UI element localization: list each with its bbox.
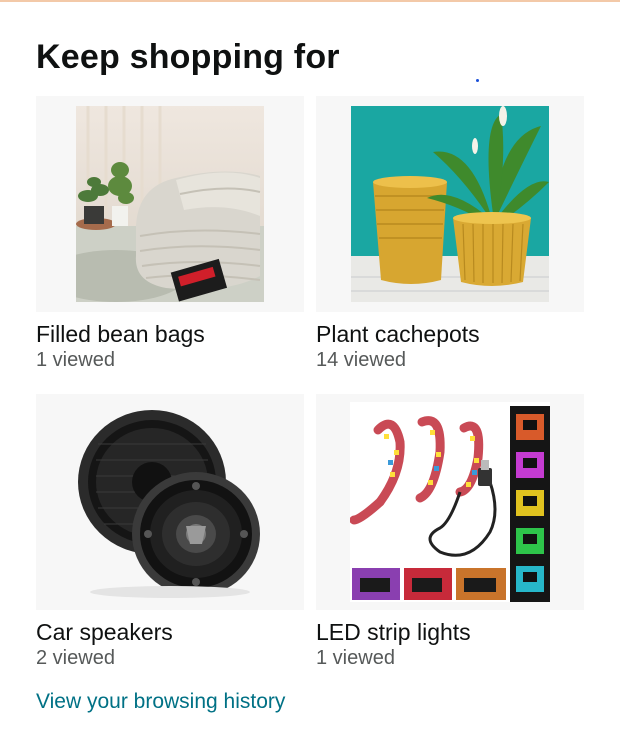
card-label[interactable]: Plant cachepots (316, 321, 584, 348)
card-led-strip-lights[interactable]: LED strip lights 1 viewed (316, 394, 584, 670)
led-strip-image[interactable] (316, 394, 584, 610)
section-title: Keep shopping for (36, 38, 340, 76)
top-divider (0, 0, 620, 2)
bean-bag-image[interactable] (36, 96, 304, 312)
card-label[interactable]: Car speakers (36, 619, 304, 646)
view-browsing-history-link[interactable]: View your browsing history (36, 690, 285, 714)
card-view-count: 14 viewed (316, 349, 407, 371)
card-view-count: 2 viewed (36, 647, 115, 669)
stray-dot (476, 79, 479, 82)
card-car-speakers[interactable]: Car speakers 2 viewed (36, 394, 304, 670)
card-plant-cachepots[interactable]: Plant cachepots 14 viewed (316, 96, 584, 372)
plant-pot-image[interactable] (316, 96, 584, 312)
card-label[interactable]: Filled bean bags (36, 321, 304, 348)
card-view-count: 1 viewed (36, 349, 115, 371)
card-label[interactable]: LED strip lights (316, 619, 584, 646)
card-view-count: 1 viewed (316, 647, 395, 669)
card-filled-bean-bags[interactable]: Filled bean bags 1 viewed (36, 96, 304, 372)
car-speaker-image[interactable] (36, 394, 304, 610)
